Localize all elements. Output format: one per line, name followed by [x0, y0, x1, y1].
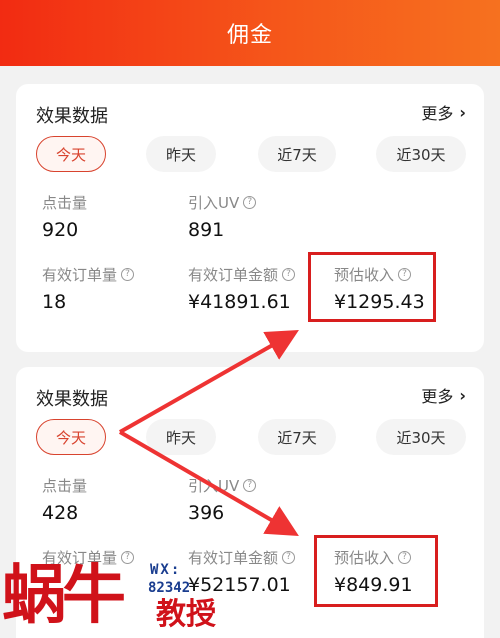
effect-data-card: 效果数据 更多 › 今天 昨天 近7天 近30天 点击量 920 引入UV? 8…: [16, 84, 484, 352]
app-header: 佣金: [0, 0, 500, 66]
metric-uv: 引入UV? 891: [188, 192, 257, 241]
page-title: 佣金: [226, 23, 273, 48]
chevron-right-icon: ›: [459, 385, 466, 405]
metric-valid-orders: 有效订单量? 18: [42, 264, 135, 313]
metric-clicks: 点击量 428: [42, 475, 87, 524]
watermark-logo: 蜗牛 WX: 82342 教授: [0, 560, 260, 638]
highlight-box: [308, 252, 436, 322]
metric-value: 891: [188, 219, 225, 241]
tab-7-days[interactable]: 近7天: [258, 136, 336, 172]
help-icon[interactable]: ?: [282, 551, 296, 564]
metric-label: 点击量: [42, 477, 88, 495]
watermark-brand: 蜗牛: [2, 559, 126, 633]
metric-label: 引入UV: [188, 477, 240, 495]
chevron-right-icon: ›: [459, 102, 466, 122]
tab-today[interactable]: 今天: [36, 136, 106, 172]
metric-value: 18: [42, 291, 67, 313]
metric-label: 有效订单金额: [188, 266, 279, 284]
more-link[interactable]: 更多 ›: [421, 100, 466, 124]
tab-yesterday[interactable]: 昨天: [146, 136, 216, 172]
help-icon[interactable]: ?: [243, 479, 257, 492]
metric-value: 920: [42, 219, 79, 241]
watermark-id: 82342: [148, 580, 191, 596]
tab-30-days[interactable]: 近30天: [376, 136, 466, 172]
metric-uv: 引入UV? 396: [188, 475, 257, 524]
metric-label: 有效订单量: [42, 266, 118, 284]
tab-yesterday[interactable]: 昨天: [146, 419, 216, 455]
more-label: 更多: [421, 104, 454, 123]
help-icon[interactable]: ?: [121, 268, 135, 281]
metric-label: 点击量: [42, 194, 88, 212]
metric-order-amount: 有效订单金额? ¥41891.61: [188, 264, 296, 313]
watermark-wx: WX:: [150, 562, 182, 578]
tab-today[interactable]: 今天: [36, 419, 106, 455]
help-icon[interactable]: ?: [243, 196, 257, 209]
help-icon[interactable]: ?: [282, 268, 296, 281]
tab-30-days[interactable]: 近30天: [376, 419, 466, 455]
watermark-sub: 教授: [156, 597, 216, 632]
metric-value: ¥41891.61: [188, 291, 291, 313]
card-title: 效果数据: [36, 389, 108, 410]
metric-clicks: 点击量 920: [42, 192, 87, 241]
metric-label: 引入UV: [188, 194, 240, 212]
more-label: 更多: [421, 387, 454, 406]
card-title: 效果数据: [36, 106, 108, 127]
metric-value: 428: [42, 502, 79, 524]
more-link[interactable]: 更多 ›: [421, 383, 466, 407]
highlight-box: [314, 535, 438, 607]
metric-value: 396: [188, 502, 225, 524]
tab-7-days[interactable]: 近7天: [258, 419, 336, 455]
